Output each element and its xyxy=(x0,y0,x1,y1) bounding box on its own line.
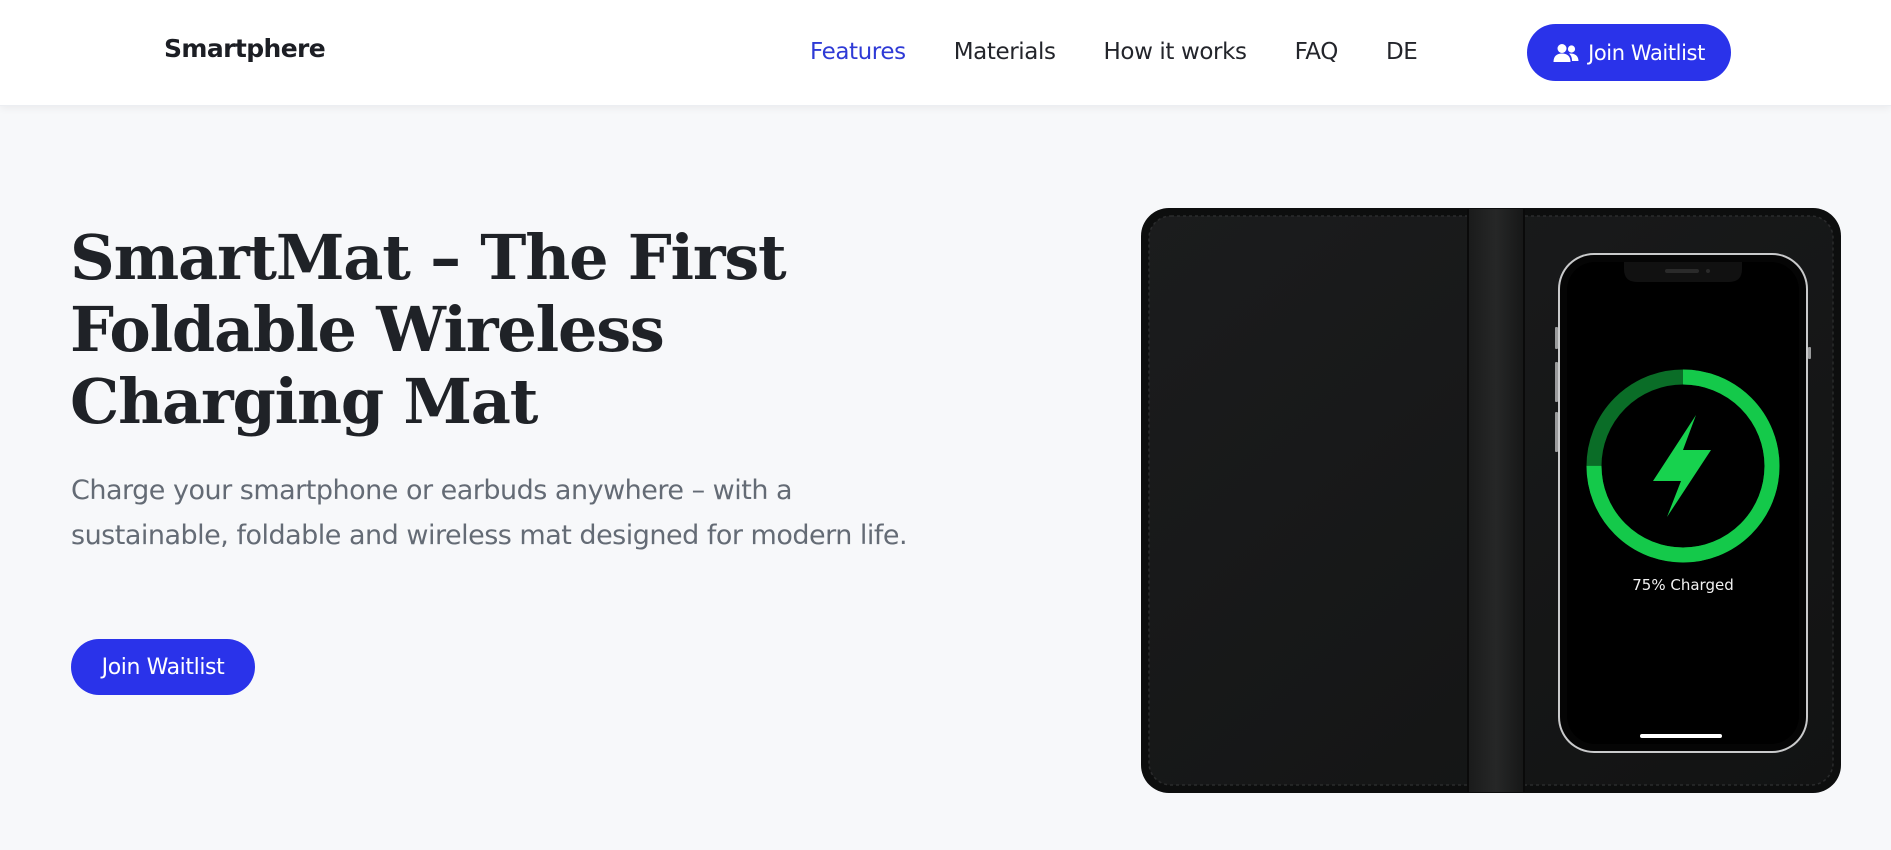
hero-join-waitlist-button[interactable]: Join Waitlist xyxy=(71,639,255,695)
header-join-waitlist-button[interactable]: Join Waitlist xyxy=(1527,24,1731,81)
nav-link-materials[interactable]: Materials xyxy=(954,36,1056,68)
hero-subtitle: Charge your smartphone or earbuds anywhe… xyxy=(71,475,908,551)
hero-join-waitlist-label: Join Waitlist xyxy=(101,654,225,680)
phone xyxy=(1555,253,1811,753)
header-join-waitlist-label: Join Waitlist xyxy=(1588,40,1705,65)
mat-fold xyxy=(1468,209,1524,792)
brand-logo[interactable]: Smartphere xyxy=(164,34,326,63)
nav-link-faq[interactable]: FAQ xyxy=(1295,36,1339,68)
site-header: Smartphere Features Materials How it wor… xyxy=(0,0,1891,106)
users-icon xyxy=(1553,43,1579,62)
nav-link-how-it-works[interactable]: How it works xyxy=(1104,36,1247,68)
main-nav: Features Materials How it works FAQ DE xyxy=(810,36,1418,68)
phone-charge-status: 75% Charged xyxy=(1632,576,1733,594)
language-switch-de[interactable]: DE xyxy=(1386,36,1418,68)
product-image: 75% Charged xyxy=(1141,208,1841,793)
home-indicator xyxy=(1640,734,1722,738)
nav-link-features[interactable]: Features xyxy=(810,36,906,68)
hero-title: SmartMat – The First Foldable Wireless C… xyxy=(70,221,787,438)
